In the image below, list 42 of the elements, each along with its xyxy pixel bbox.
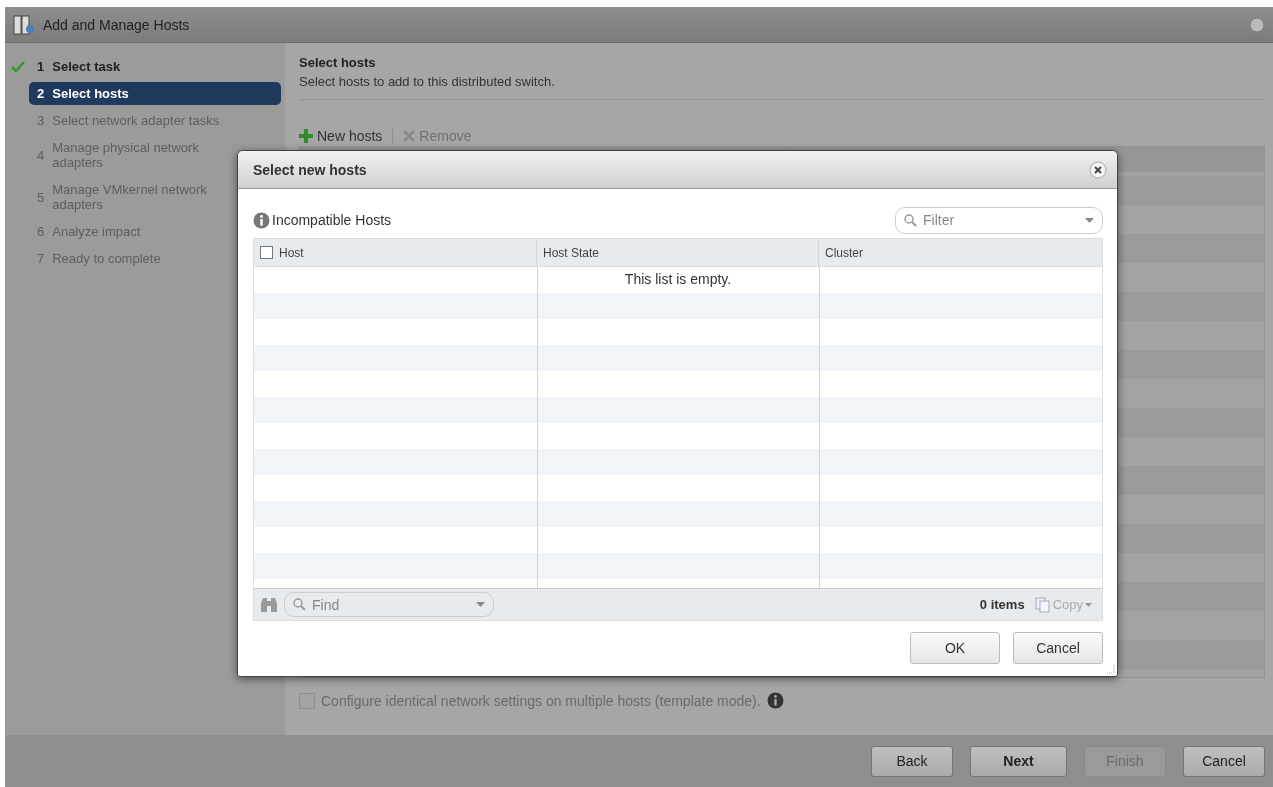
close-icon[interactable] (1089, 160, 1107, 179)
check-icon (11, 61, 25, 73)
column-title: Cluster (825, 245, 863, 260)
find-field[interactable]: Find (284, 592, 494, 617)
column-header[interactable]: Cluster (819, 239, 1102, 266)
item-count: 0 items (979, 597, 1025, 612)
dialog-button[interactable]: Cancel (1013, 632, 1103, 664)
column-title: Host State (543, 245, 600, 260)
empty-message: This list is empty. (623, 271, 733, 287)
cross-icon (403, 130, 416, 142)
checkbox-label: Configure identical network settings on multiple hosts (template mode). (321, 692, 761, 709)
wizard-button[interactable]: Next (970, 745, 1067, 777)
page-subtitle: Select hosts to add to this distributed switch. (299, 74, 1265, 100)
info-icon (253, 211, 270, 229)
column-title: Host (279, 245, 304, 260)
binoculars-icon[interactable] (260, 596, 278, 613)
copy-icon (1034, 596, 1051, 613)
wizard-step[interactable]: 1 Select task (29, 55, 281, 78)
wizard-button[interactable]: Back (871, 745, 953, 777)
dialog-title: Select new hosts (253, 161, 367, 178)
section-label: Incompatible Hosts (272, 212, 392, 228)
window-title: Add and Manage Hosts (43, 16, 190, 33)
caret-icon (1085, 217, 1094, 223)
select-all-checkbox[interactable] (260, 246, 273, 259)
column-header[interactable]: Host (254, 239, 537, 266)
dialog-button[interactable]: OK (910, 632, 1000, 664)
filter-input[interactable]: Filter (921, 211, 1065, 229)
info-icon[interactable] (766, 692, 784, 709)
page-heading: Select hosts (299, 55, 377, 70)
find-input[interactable]: Find (310, 595, 454, 614)
filter-field[interactable]: Filter (895, 206, 1103, 234)
resize-grip-icon[interactable] (1105, 664, 1115, 674)
toolbar-button[interactable]: New hosts (299, 128, 383, 144)
wizard-step[interactable]: 2 Select hosts (29, 82, 281, 105)
wizard-button[interactable]: Cancel (1183, 745, 1265, 777)
plus-icon (299, 129, 313, 143)
search-icon (293, 598, 306, 611)
caret-icon (1085, 602, 1092, 607)
server-icon (13, 14, 35, 35)
column-header[interactable]: Host State (537, 239, 819, 266)
search-icon (904, 213, 917, 227)
caret-icon (476, 602, 485, 607)
